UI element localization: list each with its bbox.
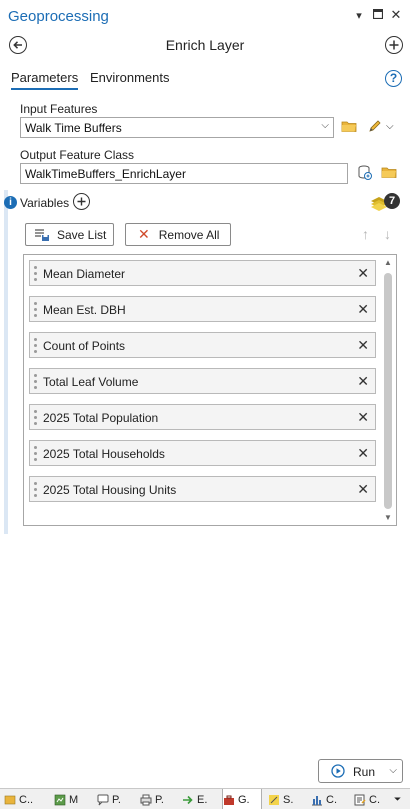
remove-all-button[interactable]: ✕ Remove All (125, 223, 231, 246)
dock-tab-contents[interactable]: C. (354, 789, 390, 809)
move-up-icon[interactable]: ↑ (362, 226, 369, 242)
maximize-icon[interactable] (371, 8, 385, 22)
chart-icon (312, 795, 322, 805)
drag-handle-icon[interactable] (34, 338, 37, 353)
remove-variable-icon[interactable]: ✕ (357, 301, 369, 318)
pane-title-bar: Geoprocessing ▾ ✕ (0, 0, 410, 32)
run-button[interactable]: Run ⌵ (318, 759, 403, 783)
remove-variable-icon[interactable]: ✕ (357, 337, 369, 354)
help-icon[interactable]: ? (385, 70, 402, 87)
drag-handle-icon[interactable] (34, 302, 37, 317)
list-item[interactable]: Total Leaf Volume ✕ (29, 368, 376, 394)
remove-variable-icon[interactable]: ✕ (357, 445, 369, 462)
dock-tab-symbology[interactable]: S. (268, 789, 304, 809)
browse-folder-icon[interactable] (341, 119, 357, 136)
map-icon (54, 794, 66, 805)
remove-variable-icon[interactable]: ✕ (357, 373, 369, 390)
variable-name: Mean Est. DBH (43, 303, 126, 317)
dock-overflow-icon[interactable]: ⏷ (394, 789, 406, 809)
add-button[interactable] (385, 36, 403, 54)
catalog-icon (4, 795, 16, 804)
tab-bar: Parameters Environments ? (0, 70, 410, 94)
variable-name: 2025 Total Housing Units (43, 483, 177, 497)
tab-parameters[interactable]: Parameters (11, 70, 79, 90)
variable-name: 2025 Total Population (43, 411, 159, 425)
play-icon (331, 764, 345, 778)
variable-name: 2025 Total Households (43, 447, 165, 461)
add-variables-button[interactable] (73, 193, 90, 210)
input-features-value: Walk Time Buffers (25, 121, 122, 135)
list-item[interactable]: 2025 Total Housing Units ✕ (29, 476, 376, 502)
scrollbar-thumb[interactable] (384, 273, 392, 509)
dock-tab-popup[interactable]: P. (97, 789, 133, 809)
dock-tab-bar: C.. M P. P. E. G. S. C. C. ⏷ (0, 788, 410, 809)
tool-header: Enrich Layer (0, 34, 410, 58)
tool-title: Enrich Layer (165, 37, 245, 53)
remove-x-icon: ✕ (138, 226, 150, 242)
variable-name: Count of Points (43, 339, 126, 353)
move-down-icon[interactable]: ↓ (384, 226, 391, 242)
output-class-value: WalkTimeBuffers_EnrichLayer (25, 167, 186, 181)
options-dropdown-icon[interactable]: ▾ (352, 9, 366, 22)
browse-output-folder-icon[interactable] (381, 165, 397, 182)
plus-icon (389, 40, 399, 50)
run-label: Run (353, 765, 376, 779)
variables-list: Mean Diameter ✕ Mean Est. DBH ✕ Count of… (23, 254, 397, 526)
remove-all-label: Remove All (158, 227, 220, 242)
list-item[interactable]: Mean Diameter ✕ (29, 260, 376, 286)
dock-tab-map[interactable]: M (54, 789, 90, 809)
remove-variable-icon[interactable]: ✕ (357, 409, 369, 426)
input-features-label: Input Features (20, 102, 98, 116)
list-item[interactable]: Mean Est. DBH ✕ (29, 296, 376, 322)
dock-tab-chart[interactable]: C. (311, 789, 347, 809)
list-item[interactable]: 2025 Total Population ✕ (29, 404, 376, 430)
list-scrollbar[interactable]: ▲ ▼ (382, 257, 394, 523)
scroll-up-icon[interactable]: ▲ (382, 258, 394, 267)
parameter-indicator-strip (4, 190, 8, 534)
dock-tab-geoprocessing[interactable]: G. (222, 789, 262, 809)
save-list-icon (35, 228, 49, 241)
remove-variable-icon[interactable]: ✕ (357, 481, 369, 498)
export-icon (183, 795, 193, 804)
variable-name: Mean Diameter (43, 267, 126, 281)
contents-icon (354, 794, 366, 805)
save-list-label: Save List (57, 227, 107, 242)
remove-variable-icon[interactable]: ✕ (357, 265, 369, 282)
close-icon[interactable]: ✕ (389, 7, 403, 23)
output-class-input[interactable]: WalkTimeBuffers_EnrichLayer (20, 163, 348, 184)
drag-handle-icon[interactable] (34, 266, 37, 281)
symbology-icon (269, 794, 279, 805)
print-icon (140, 794, 152, 805)
tab-environments[interactable]: Environments (90, 70, 169, 88)
info-icon[interactable]: i (4, 196, 17, 209)
edit-dropdown-icon[interactable]: ⌵ (386, 121, 394, 132)
list-item[interactable]: Count of Points ✕ (29, 332, 376, 358)
dock-tab-print[interactable]: P. (140, 789, 176, 809)
drag-handle-icon[interactable] (34, 410, 37, 425)
dock-tab-catalog[interactable]: C.. (4, 789, 48, 809)
database-icon[interactable] (356, 164, 373, 184)
drag-handle-icon[interactable] (34, 374, 37, 389)
drag-handle-icon[interactable] (34, 446, 37, 461)
variable-name: Total Leaf Volume (43, 375, 139, 389)
scroll-down-icon[interactable]: ▼ (382, 513, 394, 522)
save-list-button[interactable]: Save List (25, 223, 114, 246)
chevron-down-icon: ⌵ (321, 120, 329, 131)
variables-count-badge: 7 (384, 193, 400, 209)
run-options-icon[interactable]: ⌵ (389, 765, 397, 776)
edit-pencil-icon[interactable] (367, 118, 383, 137)
variables-label: Variables (20, 196, 70, 210)
dock-tab-export[interactable]: E. (182, 789, 218, 809)
output-class-label: Output Feature Class (20, 148, 135, 162)
popup-icon (97, 794, 109, 805)
toolbox-icon (224, 795, 234, 805)
plus-icon (77, 197, 86, 206)
drag-handle-icon[interactable] (34, 482, 37, 497)
input-features-select[interactable]: Walk Time Buffers ⌵ (20, 117, 334, 138)
pane-title: Geoprocessing (8, 8, 109, 25)
list-item[interactable]: 2025 Total Households ✕ (29, 440, 376, 466)
